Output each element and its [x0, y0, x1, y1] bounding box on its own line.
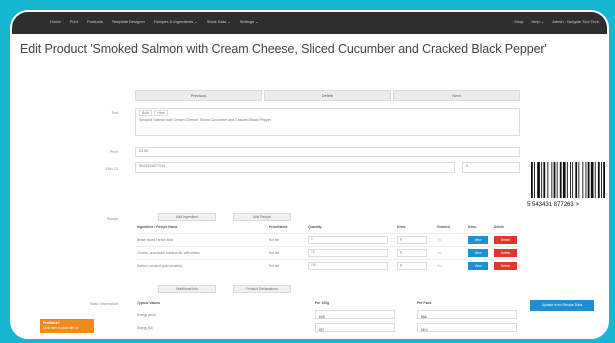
col-per-100g: Per 100g [315, 301, 330, 305]
view-button[interactable]: View [468, 249, 488, 257]
ean-extra-input[interactable]: 0 [462, 162, 520, 173]
text-editor[interactable]: Bold Html Smoked Salmon with Cream Chees… [135, 108, 520, 136]
per-100g-unit: kcal [319, 315, 325, 319]
feedback-subtitle: Click here to chat with us [43, 326, 79, 330]
recipe-label: Recipe [106, 217, 118, 221]
col-price: Price/Name [269, 225, 288, 229]
col-gramed: Gramed [437, 225, 450, 229]
record-nav: Previous Delete Next [135, 90, 520, 101]
per-100g-input[interactable]: 737 kJ [315, 323, 395, 332]
main-nav: Home Print Products Template Designer Re… [50, 19, 259, 24]
update-from-recipe-button[interactable]: Update from Recipe Data [530, 300, 594, 311]
table-row: Energy (kcal) 177 kcal 531 kcal [135, 309, 520, 321]
barcode-image: 5 543431 877263 > [527, 162, 605, 208]
per-pack-unit: kJ [421, 328, 425, 332]
per-100g-input[interactable]: 177 kcal [315, 310, 395, 319]
col-desc: Desc. [468, 225, 478, 229]
recipe-table-header: Ingredient / Recipe Name Price/Name Quan… [135, 225, 520, 231]
ean-input[interactable]: 5543431877234 [135, 162, 455, 173]
gramed-value: Hm [437, 238, 442, 242]
col-ingredient: Ingredient / Recipe Name [137, 225, 178, 229]
editor-bold-tab[interactable]: Bold [139, 110, 153, 116]
quantity-input[interactable]: 150 [308, 262, 388, 270]
price-label: Price [109, 150, 118, 154]
unit-select[interactable]: g [397, 236, 427, 244]
per-pack-input[interactable]: 531 kcal [417, 310, 517, 319]
nav-print[interactable]: Print [70, 19, 78, 24]
basic-information-label: Basic Information [90, 302, 118, 306]
quantity-input[interactable]: 15 [308, 249, 388, 257]
delete-product-button[interactable]: Delete [264, 90, 391, 101]
nutrition-table-header: Typical Values Per 100g Per Pack [135, 301, 520, 308]
tab-nutritional-info[interactable]: Nutritional Info [158, 285, 216, 293]
previous-button[interactable]: Previous [135, 90, 262, 101]
quantity-input[interactable]: 1 [308, 236, 388, 244]
nutrient-name: Energy (kcal) [137, 313, 156, 317]
unit-select[interactable]: g [397, 262, 427, 270]
view-button[interactable]: View [468, 262, 488, 270]
col-per-pack: Per Pack [417, 301, 432, 305]
barcode-bars [531, 162, 605, 198]
col-delete: Delete [494, 225, 505, 229]
ingredient-name: Cheese, processed, medium-fat, with chiv… [137, 251, 200, 255]
per-pack-unit: kcal [421, 315, 427, 319]
table-row: Energy (kJ) 737 kJ 2206 kJ [135, 322, 520, 334]
nav-recipes[interactable]: Recipes & Ingredients ⌄ [154, 19, 198, 24]
table-row: Cheese, processed, medium-fat, with chiv… [135, 246, 520, 259]
nav-template-designer[interactable]: Template Designer [112, 19, 145, 24]
price-input[interactable]: £3.50 [135, 147, 520, 157]
delete-button[interactable]: Delete [494, 262, 517, 270]
col-typical-values: Typical Values [137, 301, 161, 305]
table-row: Salmon, smoked (cold-smoked) Not set 150… [135, 259, 520, 272]
ingredient-name: Brown sliced French stick [137, 238, 174, 242]
gramed-value: Hm [437, 251, 442, 255]
user-nav: Shop Help ⌄ Admin - Nutgate Tool Tech [514, 19, 599, 24]
col-units: Units [397, 225, 406, 229]
feedback-widget[interactable]: Feedback? Click here to chat with us [40, 319, 94, 333]
table-row: Brown sliced French stick Not set 1 g Hm… [135, 233, 520, 246]
add-ingredient-button[interactable]: Add Ingredient [158, 213, 216, 221]
ingredient-price: Not set [269, 238, 280, 242]
tab-product-declarations[interactable]: Product Declarations [233, 285, 291, 293]
barcode-svg: 5 543431 877263 > [527, 162, 605, 208]
editor-toolbar: Bold Html [139, 110, 516, 116]
ingredient-price: Not set [269, 264, 280, 268]
text-value: Smoked Salmon with Cream Cheese, Sliced … [139, 118, 272, 122]
nav-products[interactable]: Products [87, 19, 103, 24]
unit-select[interactable]: g [397, 249, 427, 257]
ingredient-price: Not set [269, 251, 280, 255]
ean-label: EAN 13 [105, 167, 118, 171]
text-label: Text [111, 111, 118, 115]
nav-shop[interactable]: Shop [514, 19, 523, 24]
nav-help[interactable]: Help ⌄ [532, 19, 545, 24]
delete-button[interactable]: Delete [494, 249, 517, 257]
app-window: Home Print Products Template Designer Re… [10, 10, 609, 339]
nav-account[interactable]: Admin - Nutgate Tool Tech [552, 19, 599, 24]
nav-settings[interactable]: Settings ⌄ [240, 19, 259, 24]
ingredient-name: Salmon, smoked (cold-smoked) [137, 264, 182, 268]
editor-html-tab[interactable]: Html [154, 110, 168, 116]
delete-button[interactable]: Delete [494, 236, 517, 244]
nav-home[interactable]: Home [50, 19, 61, 24]
col-quantity: Quantity [308, 225, 322, 229]
per-pack-input[interactable]: 2206 kJ [417, 323, 517, 332]
barcode-number: 5 543431 877263 > [527, 202, 579, 208]
view-button[interactable]: View [468, 236, 488, 244]
top-nav-bar: Home Print Products Template Designer Re… [12, 12, 607, 34]
per-100g-unit: kJ [319, 328, 323, 332]
nutrient-name: Energy (kJ) [137, 326, 154, 330]
next-button[interactable]: Next [393, 90, 520, 101]
page-title: Edit Product 'Smoked Salmon with Cream C… [20, 42, 547, 56]
gramed-value: Hm [437, 264, 442, 268]
add-recipe-button[interactable]: Add Recipe [233, 213, 291, 221]
nav-stock-data[interactable]: Stock Data ⌄ [207, 19, 231, 24]
